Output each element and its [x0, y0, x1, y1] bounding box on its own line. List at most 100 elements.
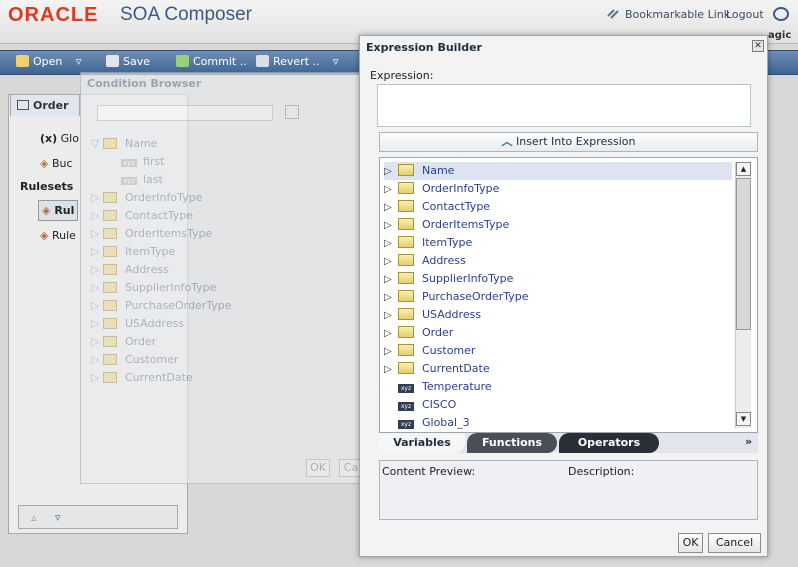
tree-item[interactable]: ▷ ItemType — [384, 234, 732, 252]
chevron-down-icon: ▿ — [333, 55, 339, 68]
tab-variables[interactable]: Variables — [379, 433, 465, 453]
folder-icon — [398, 200, 414, 212]
tree-item[interactable]: ▷ ContactType — [384, 198, 732, 216]
expand-icon[interactable]: ▷ — [384, 217, 398, 235]
expand-icon[interactable]: ▷ — [384, 163, 398, 181]
tab-bar: Variables Functions Operators » — [379, 433, 758, 453]
tree-item[interactable]: ▷ Address — [91, 263, 169, 276]
tree-item[interactable]: ▷ SupplierInfoType — [384, 270, 732, 288]
tab-order[interactable]: Order — [10, 94, 80, 116]
tab-functions[interactable]: Functions — [467, 433, 557, 453]
folder-icon — [103, 210, 117, 221]
tree-item[interactable]: ▷ PurchaseOrderType — [91, 299, 231, 312]
scroll-down-arrow-icon[interactable]: ▼ — [736, 412, 751, 426]
expand-icon[interactable]: ▷ — [384, 253, 398, 271]
tree-item[interactable]: ▷ OrderItemsType — [91, 227, 212, 240]
tree-item[interactable]: ▷ SupplierInfoType — [91, 281, 216, 294]
more-tabs-icon[interactable]: » — [745, 435, 752, 448]
link-icon — [606, 6, 620, 20]
expand-icon[interactable]: ▷ — [384, 361, 398, 379]
scroll-up-arrow-icon[interactable]: ▲ — [736, 162, 751, 176]
folder-icon — [103, 246, 117, 257]
tree-item[interactable]: xyz Temperature — [384, 378, 732, 396]
ok-button[interactable]: OK — [678, 533, 703, 553]
expand-icon[interactable]: ▷ — [384, 325, 398, 343]
tree-leaf[interactable]: xyz first — [121, 155, 164, 168]
bookmarkable-link[interactable]: Bookmarkable Link — [625, 8, 730, 21]
folder-icon — [398, 164, 414, 176]
tree-item[interactable]: ▷ ItemType — [91, 245, 175, 258]
expand-icon[interactable]: ▷ — [384, 271, 398, 289]
tree-item[interactable]: ▷ OrderItemsType — [384, 216, 732, 234]
variables-tree: ▷ Name ▷ OrderInfoType ▷ ContactType ▷ OrderIte… — [379, 157, 758, 433]
variable-icon: xyz — [398, 384, 414, 393]
folder-icon — [103, 336, 117, 347]
tree-item[interactable]: ▷ USAddress — [384, 306, 732, 324]
tab-operators[interactable]: Operators — [559, 433, 659, 453]
cancel-button[interactable]: Cancel — [708, 533, 761, 553]
user-name-partial: agic — [768, 30, 792, 41]
tree-item[interactable]: ▷ Order — [384, 324, 732, 342]
content-preview-label: Content Preview: — [382, 465, 476, 478]
commit-button[interactable]: Commit .. — [176, 55, 247, 68]
tree-root[interactable]: ▽ Name — [91, 137, 157, 150]
rulesets-heading: Rulesets — [20, 180, 74, 193]
buckets-item[interactable]: ◈ Buc — [40, 157, 73, 170]
tree-item[interactable]: ▷ CurrentDate — [384, 360, 732, 378]
revert-icon — [256, 55, 269, 67]
expand-icon[interactable]: ▷ — [384, 343, 398, 361]
tree-item[interactable]: ▷ USAddress — [91, 317, 184, 330]
folder-icon — [103, 300, 117, 311]
tree-item[interactable]: ▷ Name — [384, 162, 732, 180]
app-title: SOA Composer — [120, 4, 252, 25]
folder-icon — [398, 254, 414, 266]
expand-icon[interactable]: ▷ — [384, 181, 398, 199]
move-up-icon[interactable]: ▵ — [31, 511, 37, 524]
folder-icon — [103, 318, 117, 329]
insert-into-expression-button[interactable]: ︿ Insert Into Expression — [379, 132, 758, 152]
tree-item[interactable]: ▷ CurrentDate — [91, 371, 193, 384]
save-button[interactable]: Save — [106, 55, 150, 68]
tree-item[interactable]: ▷ OrderInfoType — [91, 191, 202, 204]
expand-icon[interactable]: ▷ — [384, 289, 398, 307]
tree-item[interactable]: ▷ OrderInfoType — [384, 180, 732, 198]
bucket-icon: ◈ — [40, 157, 49, 170]
scroll-thumb[interactable] — [736, 178, 751, 330]
ok-button[interactable]: OK — [306, 459, 330, 477]
logout-link[interactable]: Logout — [726, 8, 764, 21]
expand-icon[interactable]: ▷ — [384, 235, 398, 253]
expression-textarea[interactable] — [377, 84, 751, 127]
tree-item[interactable]: ▷ PurchaseOrderType — [384, 288, 732, 306]
oracle-logo: ORACLE — [8, 4, 99, 26]
search-icon[interactable] — [285, 105, 299, 119]
expand-icon[interactable]: ▷ — [384, 307, 398, 325]
dialog-title: Expression Builder — [366, 41, 482, 54]
expand-icon[interactable]: ▷ — [384, 199, 398, 217]
tree-leaf[interactable]: xyz last — [121, 173, 163, 186]
open-menu[interactable]: Open ▿ — [16, 55, 81, 68]
folder-icon — [398, 362, 414, 374]
search-input[interactable] — [97, 105, 273, 121]
folder-icon — [398, 344, 414, 356]
tree-item[interactable]: xyz Global_3 — [384, 414, 732, 432]
folder-icon — [398, 326, 414, 338]
tree-item[interactable]: ▷ Order — [91, 335, 156, 348]
ruleset-item-2[interactable]: ◈ Rule — [40, 229, 76, 242]
close-icon[interactable]: ✕ — [752, 40, 764, 52]
variable-icon: xyz — [121, 177, 137, 185]
tree-item[interactable]: ▷ ContactType — [91, 209, 193, 222]
vertical-scrollbar[interactable]: ▲ ▼ — [735, 162, 751, 428]
expression-builder-dialog: Expression Builder ✕ Expression: ︿ Inser… — [359, 35, 768, 557]
tree-item[interactable]: xyz CISCO — [384, 396, 732, 414]
tree-item[interactable]: ▷ Customer — [91, 353, 178, 366]
ruleset-item-1[interactable]: ◈ Rul — [38, 200, 79, 221]
move-down-icon[interactable]: ▿ — [55, 511, 61, 524]
folder-icon — [103, 138, 117, 149]
tree-item[interactable]: ▷ Customer — [384, 342, 732, 360]
ruleset-icon: ◈ — [42, 204, 51, 217]
revert-menu[interactable]: Revert .. ▿ — [256, 55, 339, 68]
globals-item[interactable]: (x) Glo — [40, 132, 79, 145]
folder-icon — [398, 308, 414, 320]
tree-item[interactable]: ▷ Address — [384, 252, 732, 270]
folder-icon — [103, 228, 117, 239]
